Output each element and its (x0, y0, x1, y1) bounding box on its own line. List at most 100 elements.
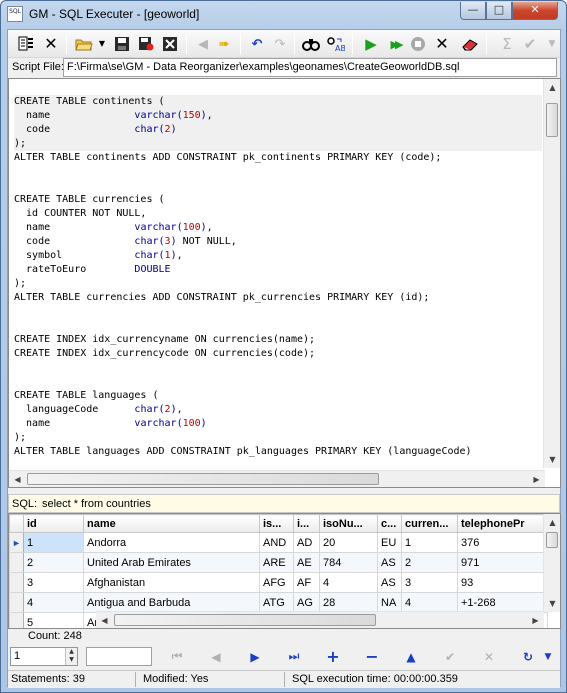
table-cell[interactable]: AS (377, 572, 402, 593)
table-cell[interactable]: AE (293, 552, 320, 573)
table-cell[interactable]: AD (293, 532, 320, 553)
spinner-arrows[interactable]: ▲ ▼ (65, 648, 77, 665)
table-cell[interactable]: EU (377, 532, 402, 553)
check-icon[interactable]: ✔ (520, 34, 540, 54)
next-record-icon[interactable]: ▶ (240, 647, 270, 666)
save-as-icon[interactable] (136, 34, 156, 54)
table-cell[interactable]: 971 (457, 552, 548, 573)
cancel-icon[interactable]: ✕ (432, 34, 452, 54)
sql-query-text[interactable]: select * from countries (42, 498, 151, 510)
code-line[interactable]: CREATE TABLE languages ( (14, 389, 542, 403)
table-row[interactable]: 4 Antigua and Barbuda ATG AG 28 NA 4 +1-268 (9, 592, 548, 613)
column-header[interactable]: name (83, 514, 260, 533)
table-cell[interactable]: AG (293, 592, 320, 613)
row-indicator[interactable] (9, 552, 24, 573)
table-cell[interactable]: 5 (23, 612, 84, 628)
table-cell[interactable]: AS (377, 552, 402, 573)
code-line[interactable] (14, 165, 542, 179)
stop-icon[interactable] (408, 34, 428, 54)
table-cell[interactable]: +1-268 (457, 592, 548, 613)
table-cell[interactable]: AFG (259, 572, 294, 593)
run-icon[interactable]: ▶ (361, 34, 381, 54)
table-cell[interactable]: ARE (259, 552, 294, 573)
scroll-down-icon[interactable]: ▼ (544, 595, 560, 612)
last-record-icon[interactable]: ⏭ (279, 647, 309, 666)
column-header[interactable]: c... (377, 514, 402, 533)
scroll-up-icon[interactable]: ▲ (544, 514, 560, 531)
record-number-spinner[interactable]: 1 ▲ ▼ (10, 647, 78, 666)
table-cell[interactable]: 4 (319, 572, 378, 593)
table-cell[interactable]: 3 (401, 572, 458, 593)
scroll-up-icon[interactable]: ▲ (544, 79, 561, 96)
run-all-icon[interactable]: ▶▶ (385, 34, 405, 54)
code-line[interactable]: ALTER TABLE currencies ADD CONSTRAINT pk… (14, 291, 542, 305)
grid-vertical-scrollbar[interactable]: ▲ ▼ (543, 514, 560, 612)
code-line[interactable]: name varchar(150), (14, 109, 542, 123)
code-line[interactable]: rateToEuro DOUBLE (14, 263, 542, 277)
code-line[interactable] (14, 375, 542, 389)
table-row[interactable]: 2 United Arab Emirates ARE AE 784 AS 2 971 (9, 552, 548, 573)
table-cell[interactable]: Andorra (83, 532, 260, 553)
table-cell[interactable]: 4 (401, 592, 458, 613)
open-file-icon[interactable] (74, 34, 94, 54)
scroll-left-icon[interactable]: ◀ (96, 612, 113, 628)
scroll-thumb[interactable] (27, 473, 379, 485)
close-window-button[interactable]: ✕ (512, 2, 558, 20)
table-cell[interactable]: 4 (23, 592, 84, 613)
code-line[interactable]: languageCode char(2), (14, 403, 542, 417)
clear-icon[interactable]: ✕ (41, 34, 61, 54)
column-header[interactable]: id (23, 514, 84, 533)
find-icon[interactable] (301, 34, 321, 54)
filter-input[interactable] (86, 647, 152, 666)
prev-arrow-icon[interactable]: ◀ (193, 34, 213, 54)
edit-record-icon[interactable]: ▲ (396, 647, 426, 666)
row-indicator[interactable] (9, 592, 24, 613)
row-indicator[interactable] (9, 612, 24, 628)
properties-icon[interactable] (16, 34, 36, 54)
table-cell[interactable]: 784 (319, 552, 378, 573)
table-cell[interactable]: Afghanistan (83, 572, 260, 593)
column-header[interactable]: is... (259, 514, 294, 533)
code-line[interactable]: ); (14, 277, 542, 291)
next-arrow-icon[interactable]: ➠ (214, 34, 234, 54)
table-cell[interactable]: 2 (401, 552, 458, 573)
column-header[interactable]: i... (293, 514, 320, 533)
first-record-icon[interactable]: ⏮ (162, 647, 192, 666)
column-header[interactable]: isoNu... (319, 514, 378, 533)
code-line[interactable] (14, 361, 542, 375)
table-cell[interactable]: AF (293, 572, 320, 593)
table-cell[interactable]: ATG (259, 592, 294, 613)
code-line[interactable] (14, 179, 542, 193)
maximize-button[interactable]: □ (486, 2, 512, 20)
table-cell[interactable]: Antigua and Barbuda (83, 592, 260, 613)
table-cell[interactable]: 376 (457, 532, 548, 553)
code-line[interactable] (14, 305, 542, 319)
redo-icon[interactable]: ↷ (270, 34, 290, 54)
code-line[interactable]: ); (14, 137, 542, 151)
code-line[interactable]: CREATE INDEX idx_currencycode ON currenc… (14, 347, 542, 361)
code-line[interactable]: ); (14, 431, 542, 445)
row-indicator[interactable]: ► (9, 532, 24, 553)
scroll-left-icon[interactable]: ◀ (9, 471, 26, 488)
toolbar-overflow-icon[interactable]: ▼ (542, 34, 562, 54)
table-cell[interactable]: 1 (401, 532, 458, 553)
code-line[interactable]: id COUNTER NOT NULL, (14, 207, 542, 221)
code-line[interactable]: code char(2) (14, 123, 542, 137)
table-row[interactable]: ► 1 Andorra AND AD 20 EU 1 376 (9, 532, 548, 553)
table-cell[interactable]: AND (259, 532, 294, 553)
table-cell[interactable]: 3 (23, 572, 84, 593)
table-cell[interactable]: NA (377, 592, 402, 613)
code-line[interactable]: name varchar(100) (14, 417, 542, 431)
grid-horizontal-scrollbar[interactable]: ◀ ▶ (96, 611, 544, 628)
close-file-icon[interactable] (160, 34, 180, 54)
code-line[interactable]: ALTER TABLE languages ADD CONSTRAINT pk_… (14, 445, 542, 459)
table-cell[interactable]: United Arab Emirates (83, 552, 260, 573)
save-icon[interactable] (112, 34, 132, 54)
column-header[interactable]: telephonePr (457, 514, 548, 533)
table-cell[interactable]: 2 (23, 552, 84, 573)
table-cell[interactable]: 28 (319, 592, 378, 613)
scroll-down-icon[interactable]: ▼ (544, 451, 561, 468)
code-line[interactable]: symbol char(1), (14, 249, 542, 263)
scroll-thumb[interactable] (546, 103, 558, 137)
insert-record-icon[interactable]: + (318, 647, 348, 666)
